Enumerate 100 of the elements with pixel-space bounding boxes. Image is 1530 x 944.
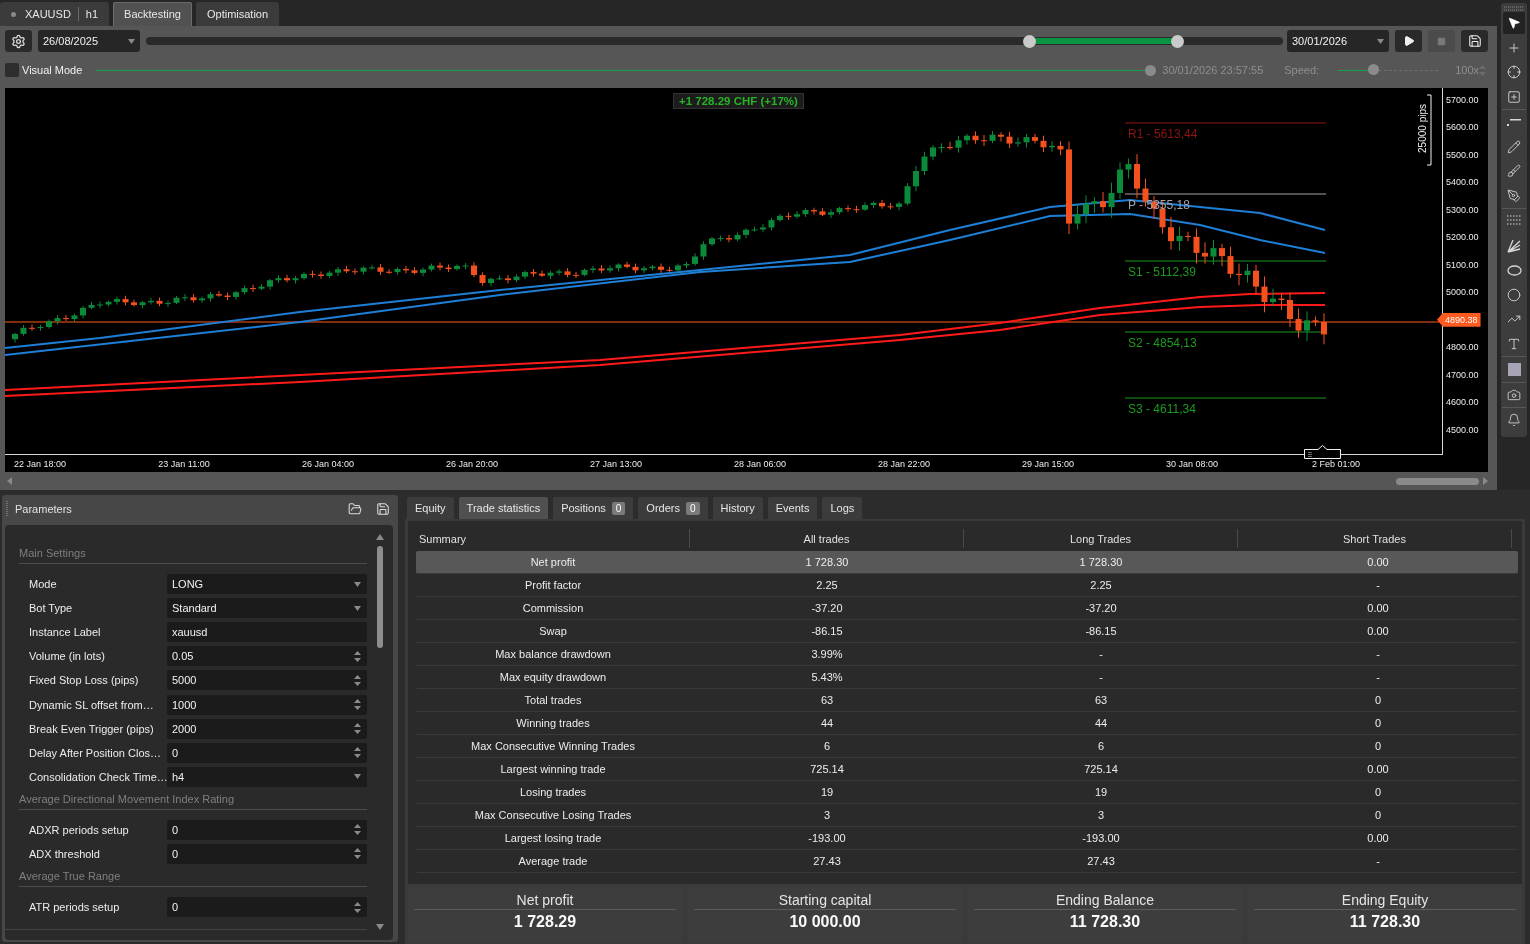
price-label: 4600.00 (1446, 397, 1479, 408)
stat-value: 19 (1094, 786, 1108, 798)
tab[interactable]: History (712, 497, 763, 519)
pen-tool-icon (1507, 188, 1521, 203)
table-row[interactable]: Average trade 27.43 27.43 - (416, 850, 1518, 873)
slider-handle[interactable] (1022, 34, 1036, 48)
scrollbar-thumb[interactable] (377, 546, 383, 648)
number-field[interactable]: 5000 (167, 670, 367, 691)
table-row[interactable]: Max Consecutive Losing Trades 3 3 0 (416, 804, 1518, 827)
stat-value: 1 728.30 (1079, 556, 1123, 568)
play-button[interactable] (1395, 30, 1422, 52)
tab[interactable]: Orders 0 (638, 497, 708, 519)
stat-name: Largest winning trade (500, 763, 606, 775)
section-title: Average Directional Movement Index Rating (19, 792, 235, 805)
stat-value: 0.00 (1367, 556, 1389, 568)
dropdown-field[interactable]: Standard (167, 598, 367, 619)
stat-value: 0.00 (1367, 625, 1389, 637)
time-label: 22 Jan 18:00 (13, 458, 66, 469)
stat-value: - (1376, 648, 1380, 660)
table-row[interactable]: Total trades 63 63 0 (416, 689, 1518, 712)
table-row[interactable]: Losing trades 19 19 0 (416, 781, 1518, 804)
current-price-tag: 4890.38 (1437, 312, 1481, 327)
settings-icon (11, 33, 26, 49)
dropdown-field[interactable]: h4 (167, 766, 367, 787)
pencil-icon (1507, 139, 1521, 154)
section-title: Main Settings (19, 547, 86, 559)
dropdown-field[interactable]: LONG (167, 574, 367, 595)
checkbox[interactable] (5, 63, 19, 77)
grip-icon[interactable] (6, 501, 9, 517)
folder-icon[interactable] (348, 502, 362, 516)
stat-value: 5.43% (811, 671, 843, 683)
card-title: Starting capital (778, 892, 872, 908)
table-row[interactable]: Max balance drawdown 3.99% - - (416, 643, 1518, 666)
instrument-tab[interactable]: XAUUSD h1 (0, 2, 110, 26)
stat-value: - (1376, 671, 1380, 683)
stat-name: Max Consecutive Losing Trades (474, 809, 632, 821)
table-row[interactable]: Max Consecutive Winning Trades 6 6 0 (416, 735, 1518, 758)
table-row[interactable]: Profit factor 2.25 2.25 - (416, 574, 1518, 597)
table-row[interactable]: Largest losing trade -193.00 -193.00 0.00 (416, 827, 1518, 850)
tab[interactable]: Trade statistics (458, 497, 549, 519)
scrollbar-thumb[interactable] (1396, 477, 1479, 485)
table-row[interactable]: Winning trades 44 44 0 (416, 712, 1518, 735)
tab-label: Trade statistics (466, 502, 541, 514)
number-field[interactable]: 0.05 (167, 646, 367, 667)
stat-name: Losing trades (519, 786, 586, 798)
number-field[interactable]: 1000 (167, 694, 367, 715)
table-row[interactable]: Swap -86.15 -86.15 0.00 (416, 620, 1518, 643)
card-value: 11 728.30 (1349, 913, 1421, 931)
tab[interactable]: Logs (822, 497, 863, 519)
stat-value: -37.20 (1085, 602, 1117, 614)
number-field[interactable]: 0 (167, 819, 367, 840)
parameter-label: Delay After Position Clos… (28, 746, 163, 759)
table-row[interactable]: Net profit 1 728.30 1 728.30 0.00 (416, 551, 1518, 574)
save-button[interactable] (1461, 30, 1488, 52)
settings-button[interactable] (5, 30, 32, 52)
stat-value: 27.43 (813, 855, 841, 867)
stat-name: Net profit (530, 556, 576, 568)
stat-value: 2.25 (816, 579, 838, 591)
period-slider[interactable] (146, 37, 1283, 45)
tab-label: Equity (415, 502, 446, 514)
tab[interactable]: Events (767, 497, 818, 519)
scroll-down-icon[interactable] (376, 924, 384, 930)
tab[interactable]: Positions 0 (553, 497, 634, 519)
number-field[interactable]: 0 (167, 897, 367, 918)
scroll-up-icon[interactable] (376, 534, 384, 540)
tab[interactable]: Optimisation (195, 2, 280, 26)
end-date-field[interactable]: 30/01/2026 (1287, 30, 1389, 52)
table-row[interactable]: Max equity drawdown 5.43% - - (416, 666, 1518, 689)
ellipse-icon (1506, 264, 1522, 276)
stat-name: Largest losing trade (504, 832, 602, 844)
spin-arrows-icon (354, 747, 361, 759)
stat-value: - (1099, 648, 1103, 660)
price-label: 4800.00 (1446, 342, 1479, 353)
time-label: 2 Feb 01:00 (1311, 458, 1360, 469)
scroll-handle-icon[interactable] (1304, 445, 1341, 459)
square-icon (1507, 362, 1521, 376)
number-field[interactable]: 0 (167, 844, 367, 864)
tab[interactable]: Backtesting (113, 2, 192, 26)
spin-arrows-icon (354, 824, 361, 836)
tool-button[interactable] (1503, 12, 1525, 35)
tab-label: Logs (830, 502, 855, 514)
price-label: 5200.00 (1446, 232, 1479, 243)
stat-name: Max equity drawdown (499, 671, 607, 683)
number-field[interactable]: 0 (167, 742, 367, 763)
price-label: 4700.00 (1446, 369, 1479, 380)
start-date-field[interactable]: 26/08/2025 (38, 30, 140, 52)
crosshair-icon (1507, 65, 1521, 80)
table-row[interactable]: Commission -37.20 -37.20 0.00 (416, 597, 1518, 620)
text-field[interactable]: xauusd (167, 622, 367, 643)
time-label: 29 Jan 15:00 (1021, 458, 1074, 469)
save-icon[interactable] (376, 502, 390, 516)
stat-value: 0.00 (1367, 832, 1389, 844)
grip-icon[interactable] (1504, 6, 1524, 11)
slider-handle[interactable] (1170, 34, 1184, 48)
tab[interactable]: Equity (407, 497, 454, 519)
stat-name: Total trades (524, 694, 582, 706)
table-row[interactable]: Largest winning trade 725.14 725.14 0.00 (416, 758, 1518, 781)
number-field[interactable]: 2000 (167, 718, 367, 739)
speed-value: 100x (1455, 64, 1479, 76)
spin-arrows-icon (354, 901, 361, 913)
